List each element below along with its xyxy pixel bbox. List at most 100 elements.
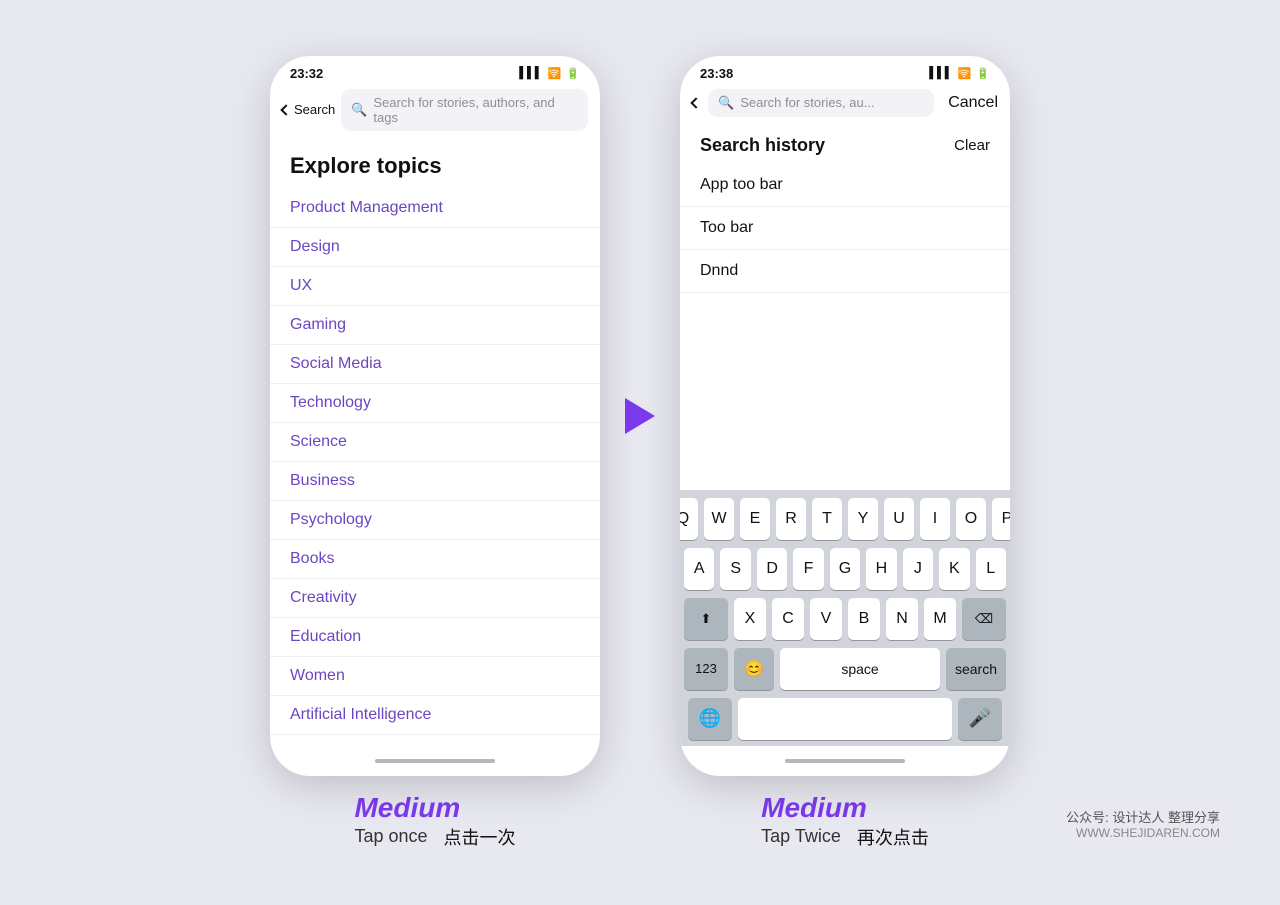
topic-item[interactable]: Technology — [270, 384, 600, 423]
history-list: App too barToo barDnnd — [680, 164, 1010, 293]
topic-item[interactable]: Psychology — [270, 501, 600, 540]
key-s[interactable]: S — [720, 548, 750, 590]
key-x[interactable]: X — [734, 598, 766, 640]
topic-item[interactable]: Product Management — [270, 189, 600, 228]
right-sublabel: Tap Twice 再次点击 — [761, 824, 929, 850]
keyboard-row-1: QWERTYUIOP — [684, 498, 1006, 540]
right-phone-column: 23:38 ▌▌▌ 🛜 🔋 🔍 Search for stories, au..… — [680, 56, 1010, 850]
clear-button[interactable]: Clear — [954, 137, 990, 154]
keyboard-row-2: ASDFGHJKL — [684, 548, 1006, 590]
key-y[interactable]: Y — [848, 498, 878, 540]
topic-item[interactable]: Health — [270, 735, 600, 746]
arrow-container — [600, 56, 680, 776]
search-history-title: Search history — [700, 135, 825, 156]
left-phone: 23:32 ▌▌▌ 🛜 🔋 Search 🔍 Search — [270, 56, 600, 776]
left-search-bar[interactable]: 🔍 Search for stories, authors, and tags — [341, 89, 588, 131]
search-key[interactable]: search — [946, 648, 1006, 690]
left-home-bar — [375, 759, 495, 763]
key-r[interactable]: R — [776, 498, 806, 540]
mic-key[interactable]: 🎤 — [958, 698, 1002, 740]
topic-item[interactable]: Women — [270, 657, 600, 696]
right-nav-back[interactable] — [692, 99, 702, 107]
right-search-icon: 🔍 — [718, 95, 734, 111]
key-o[interactable]: O — [956, 498, 986, 540]
keyboard-row-3: ⬆ X C V B N M ⌫ — [684, 598, 1006, 640]
right-search-placeholder: Search for stories, au... — [740, 95, 874, 110]
history-item[interactable]: Too bar — [680, 207, 1010, 250]
key-a[interactable]: A — [684, 548, 714, 590]
keyboard-globe-row: 🌐 🎤 — [684, 698, 1006, 742]
emoji-key[interactable]: 😊 — [734, 648, 774, 690]
key-m[interactable]: M — [924, 598, 956, 640]
left-status-icons: ▌▌▌ 🛜 🔋 — [519, 67, 580, 80]
right-signal-icon: ▌▌▌ — [929, 67, 952, 79]
key-v[interactable]: V — [810, 598, 842, 640]
search-history-header: Search history Clear — [680, 125, 1010, 164]
right-phone: 23:38 ▌▌▌ 🛜 🔋 🔍 Search for stories, au..… — [680, 56, 1010, 776]
battery-icon: 🔋 — [566, 67, 580, 80]
left-time: 23:32 — [290, 66, 323, 81]
key-t[interactable]: T — [812, 498, 842, 540]
left-status-bar: 23:32 ▌▌▌ 🛜 🔋 — [270, 56, 600, 85]
backspace-key[interactable]: ⌫ — [962, 598, 1006, 640]
right-home-bar — [785, 759, 905, 763]
history-item[interactable]: Dnnd — [680, 250, 1010, 293]
key-w[interactable]: W — [704, 498, 734, 540]
key-i[interactable]: I — [920, 498, 950, 540]
left-back-label: Search — [294, 102, 335, 117]
key-u[interactable]: U — [884, 498, 914, 540]
key-n[interactable]: N — [886, 598, 918, 640]
key-b[interactable]: B — [848, 598, 880, 640]
topic-item[interactable]: Social Media — [270, 345, 600, 384]
right-time: 23:38 — [700, 66, 733, 81]
key-e[interactable]: E — [740, 498, 770, 540]
watermark-account: 公众号: 设计达人 整理分享 — [1066, 807, 1220, 826]
key-h[interactable]: H — [866, 548, 896, 590]
topic-item[interactable]: Education — [270, 618, 600, 657]
watermark: 公众号: 设计达人 整理分享 WWW.SHEJIDAREN.COM — [1066, 807, 1220, 840]
watermark-website: WWW.SHEJIDAREN.COM — [1066, 826, 1220, 840]
topic-item[interactable]: Creativity — [270, 579, 600, 618]
topic-item[interactable]: Gaming — [270, 306, 600, 345]
key-k[interactable]: K — [939, 548, 969, 590]
key-j[interactable]: J — [903, 548, 933, 590]
globe-key[interactable]: 🌐 — [688, 698, 732, 740]
left-search-placeholder: Search for stories, authors, and tags — [373, 95, 578, 125]
key-c[interactable]: C — [772, 598, 804, 640]
key-l[interactable]: L — [976, 548, 1006, 590]
topic-item[interactable]: Science — [270, 423, 600, 462]
right-search-bar[interactable]: 🔍 Search for stories, au... — [708, 89, 934, 117]
space-wide-key[interactable] — [738, 698, 952, 740]
right-battery-icon: 🔋 — [976, 67, 990, 80]
right-wifi-icon: 🛜 — [958, 67, 972, 80]
topic-item[interactable]: Artificial Intelligence — [270, 696, 600, 735]
space-key[interactable]: space — [780, 648, 940, 690]
topic-item[interactable]: Books — [270, 540, 600, 579]
num-key[interactable]: 123 — [684, 648, 728, 690]
left-sublabel: Tap once 点击一次 — [354, 824, 515, 850]
search-history-section: Search history Clear App too barToo barD… — [680, 125, 1010, 293]
key-q[interactable]: Q — [680, 498, 698, 540]
right-nav-bar: 🔍 Search for stories, au... Cancel — [680, 85, 1010, 125]
key-g[interactable]: G — [830, 548, 860, 590]
topic-item[interactable]: Design — [270, 228, 600, 267]
explore-title: Explore topics — [270, 149, 600, 189]
left-phone-content: Explore topics Product ManagementDesignU… — [270, 139, 600, 746]
signal-icon: ▌▌▌ — [519, 67, 542, 79]
left-nav-bar: Search 🔍 Search for stories, authors, an… — [270, 85, 600, 139]
keyboard-bottom-row: 123 😊 space search — [684, 648, 1006, 690]
cancel-button[interactable]: Cancel — [940, 94, 998, 112]
right-status-bar: 23:38 ▌▌▌ 🛜 🔋 — [680, 56, 1010, 85]
topic-item[interactable]: Business — [270, 462, 600, 501]
topic-item[interactable]: UX — [270, 267, 600, 306]
history-item[interactable]: App too bar — [680, 164, 1010, 207]
key-d[interactable]: D — [757, 548, 787, 590]
left-phone-column: 23:32 ▌▌▌ 🛜 🔋 Search 🔍 Search — [270, 56, 600, 850]
key-f[interactable]: F — [793, 548, 823, 590]
main-container: 23:32 ▌▌▌ 🛜 🔋 Search 🔍 Search — [0, 36, 1280, 870]
left-nav-back[interactable]: Search — [282, 102, 335, 117]
key-p[interactable]: P — [992, 498, 1010, 540]
back-chevron-icon — [280, 104, 291, 115]
shift-key[interactable]: ⬆ — [684, 598, 728, 640]
right-home-indicator — [680, 746, 1010, 776]
